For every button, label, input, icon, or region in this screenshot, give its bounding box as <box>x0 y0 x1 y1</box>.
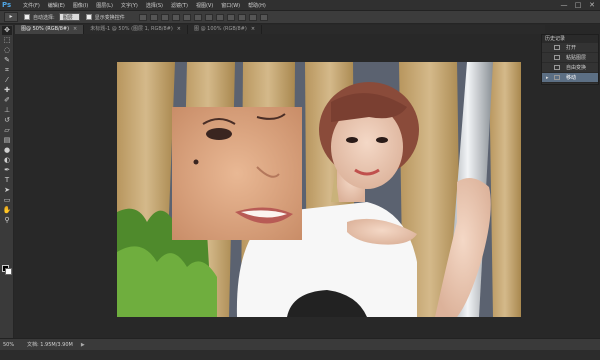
quick-select-tool-icon[interactable]: ✎ <box>2 56 12 65</box>
tab-label: 未标题-1 @ 50% (图层 1, RGB/8#) <box>90 26 173 32</box>
dodge-tool-icon[interactable]: ◐ <box>2 156 12 165</box>
close-button[interactable]: ✕ <box>588 1 596 9</box>
history-item-label: 粘贴图层 <box>566 55 587 61</box>
pen-tool-icon[interactable]: ✒ <box>2 166 12 175</box>
bottom-panel-strip <box>0 350 600 360</box>
history-step-icon <box>554 65 560 70</box>
align-vcenter-icon[interactable] <box>149 13 158 21</box>
distribute-hcenter-icon[interactable] <box>248 13 257 21</box>
distribute-vcenter-icon[interactable] <box>215 13 224 21</box>
history-item[interactable]: 打开 <box>542 43 598 53</box>
pasted-layer <box>172 107 302 240</box>
history-state-marker-icon: ▸ <box>546 74 549 81</box>
tab-label: 图@ 50% (RGB/8#) <box>21 26 70 32</box>
align-bottom-icon[interactable] <box>160 13 169 21</box>
status-bar: 50% 文档: 1.95M/3.90M ▶ <box>0 338 600 350</box>
show-transform-checkbox[interactable] <box>85 14 92 20</box>
history-item-selected[interactable]: ▸ 移动 <box>542 73 598 83</box>
history-item[interactable]: 自由变换 <box>542 63 598 73</box>
eyedropper-tool-icon[interactable]: ⁄ <box>2 76 12 85</box>
marquee-tool-icon[interactable]: ⬚ <box>2 36 12 45</box>
document-tab[interactable]: 图@ 50% (RGB/8#) × <box>15 25 85 34</box>
crop-tool-icon[interactable]: ⌗ <box>2 66 12 75</box>
distribute-top-icon[interactable] <box>204 13 213 21</box>
lasso-tool-icon[interactable]: ◌ <box>2 46 12 55</box>
canvas-area[interactable] <box>15 34 540 338</box>
menu-filter[interactable]: 滤镜(T) <box>171 2 188 9</box>
history-panel-title[interactable]: 历史记录 <box>542 35 598 43</box>
maximize-button[interactable]: □ <box>574 1 582 9</box>
tab-label: 图 @ 100% (RGB/8#) <box>194 26 247 32</box>
menu-bar: Ps 文件(F) 编辑(E) 图像(I) 图层(L) 文字(Y) 选择(S) 滤… <box>0 0 600 11</box>
menu-window[interactable]: 窗口(W) <box>221 2 240 9</box>
brush-tool-icon[interactable]: ✐ <box>2 96 12 105</box>
menu-help[interactable]: 帮助(H) <box>248 2 266 9</box>
zoom-level[interactable]: 50% <box>3 342 21 348</box>
eraser-tool-icon[interactable]: ▱ <box>2 126 12 135</box>
distribute-right-icon[interactable] <box>259 13 268 21</box>
photo-illustration <box>117 62 521 317</box>
menu-layer[interactable]: 图层(L) <box>96 2 113 9</box>
background-color-swatch[interactable] <box>5 268 12 275</box>
app-logo: Ps <box>2 1 12 9</box>
gradient-tool-icon[interactable]: ▤ <box>2 136 12 145</box>
stamp-tool-icon[interactable]: ⊥ <box>2 106 12 115</box>
distribute-bottom-icon[interactable] <box>226 13 235 21</box>
history-item-label: 打开 <box>566 45 577 51</box>
history-item[interactable]: 粘贴图层 <box>542 53 598 63</box>
history-step-icon <box>554 75 560 80</box>
minimize-button[interactable]: — <box>560 1 568 9</box>
distribute-left-icon[interactable] <box>237 13 246 21</box>
menu-view[interactable]: 视图(V) <box>196 2 213 9</box>
history-step-icon <box>554 55 560 60</box>
window-controls: — □ ✕ <box>560 1 596 9</box>
history-brush-tool-icon[interactable]: ↺ <box>2 116 12 125</box>
path-select-tool-icon[interactable]: ➤ <box>2 186 12 195</box>
align-buttons <box>138 13 268 21</box>
tab-close-icon[interactable]: × <box>177 26 181 32</box>
menu-type[interactable]: 文字(Y) <box>121 2 138 9</box>
document-tab[interactable]: 图 @ 100% (RGB/8#) × <box>188 25 263 34</box>
align-top-icon[interactable] <box>138 13 147 21</box>
auto-select-label: 自动选择: <box>33 14 55 21</box>
tools-panel: ✥ ⬚ ◌ ✎ ⌗ ⁄ ✚ ✐ ⊥ ↺ ▱ ▤ ● ◐ ✒ T ➤ ▭ ✋ ⚲ <box>0 25 14 338</box>
align-right-icon[interactable] <box>193 13 202 21</box>
show-transform-label: 显示变换控件 <box>94 14 125 21</box>
blur-tool-icon[interactable]: ● <box>2 146 12 155</box>
shape-tool-icon[interactable]: ▭ <box>2 196 12 205</box>
menu-edit[interactable]: 编辑(E) <box>48 2 65 9</box>
history-step-icon <box>554 45 560 50</box>
align-left-icon[interactable] <box>171 13 180 21</box>
history-item-label: 移动 <box>566 75 577 81</box>
healing-tool-icon[interactable]: ✚ <box>2 86 12 95</box>
status-menu-arrow-icon[interactable]: ▶ <box>81 342 85 348</box>
align-hcenter-icon[interactable] <box>182 13 191 21</box>
hand-tool-icon[interactable]: ✋ <box>2 206 12 215</box>
document-image[interactable] <box>117 62 521 317</box>
auto-select-dropdown[interactable]: 图层 <box>58 13 80 21</box>
type-tool-icon[interactable]: T <box>2 176 12 185</box>
menu-file[interactable]: 文件(F) <box>23 2 40 9</box>
tab-close-icon[interactable]: × <box>251 26 255 32</box>
zoom-tool-icon[interactable]: ⚲ <box>2 216 12 225</box>
menu-select[interactable]: 选择(S) <box>146 2 163 9</box>
document-tabs: 图@ 50% (RGB/8#) × 未标题-1 @ 50% (图层 1, RGB/… <box>15 25 545 34</box>
document-size-info: 文档: 1.95M/3.90M <box>27 342 73 348</box>
history-item-label: 自由变换 <box>566 65 587 71</box>
move-tool-icon[interactable]: ✥ <box>2 26 12 35</box>
document-tab[interactable]: 未标题-1 @ 50% (图层 1, RGB/8#) × <box>84 25 188 34</box>
move-tool-preset-icon[interactable]: ▸ <box>4 12 18 22</box>
options-bar: ▸ 自动选择: 图层 显示变换控件 <box>0 11 600 24</box>
history-panel: 历史记录 打开 粘贴图层 自由变换 ▸ 移动 <box>541 34 599 85</box>
tab-close-icon[interactable]: × <box>73 26 77 32</box>
auto-select-checkbox[interactable] <box>24 14 30 20</box>
menu-image[interactable]: 图像(I) <box>73 2 88 9</box>
